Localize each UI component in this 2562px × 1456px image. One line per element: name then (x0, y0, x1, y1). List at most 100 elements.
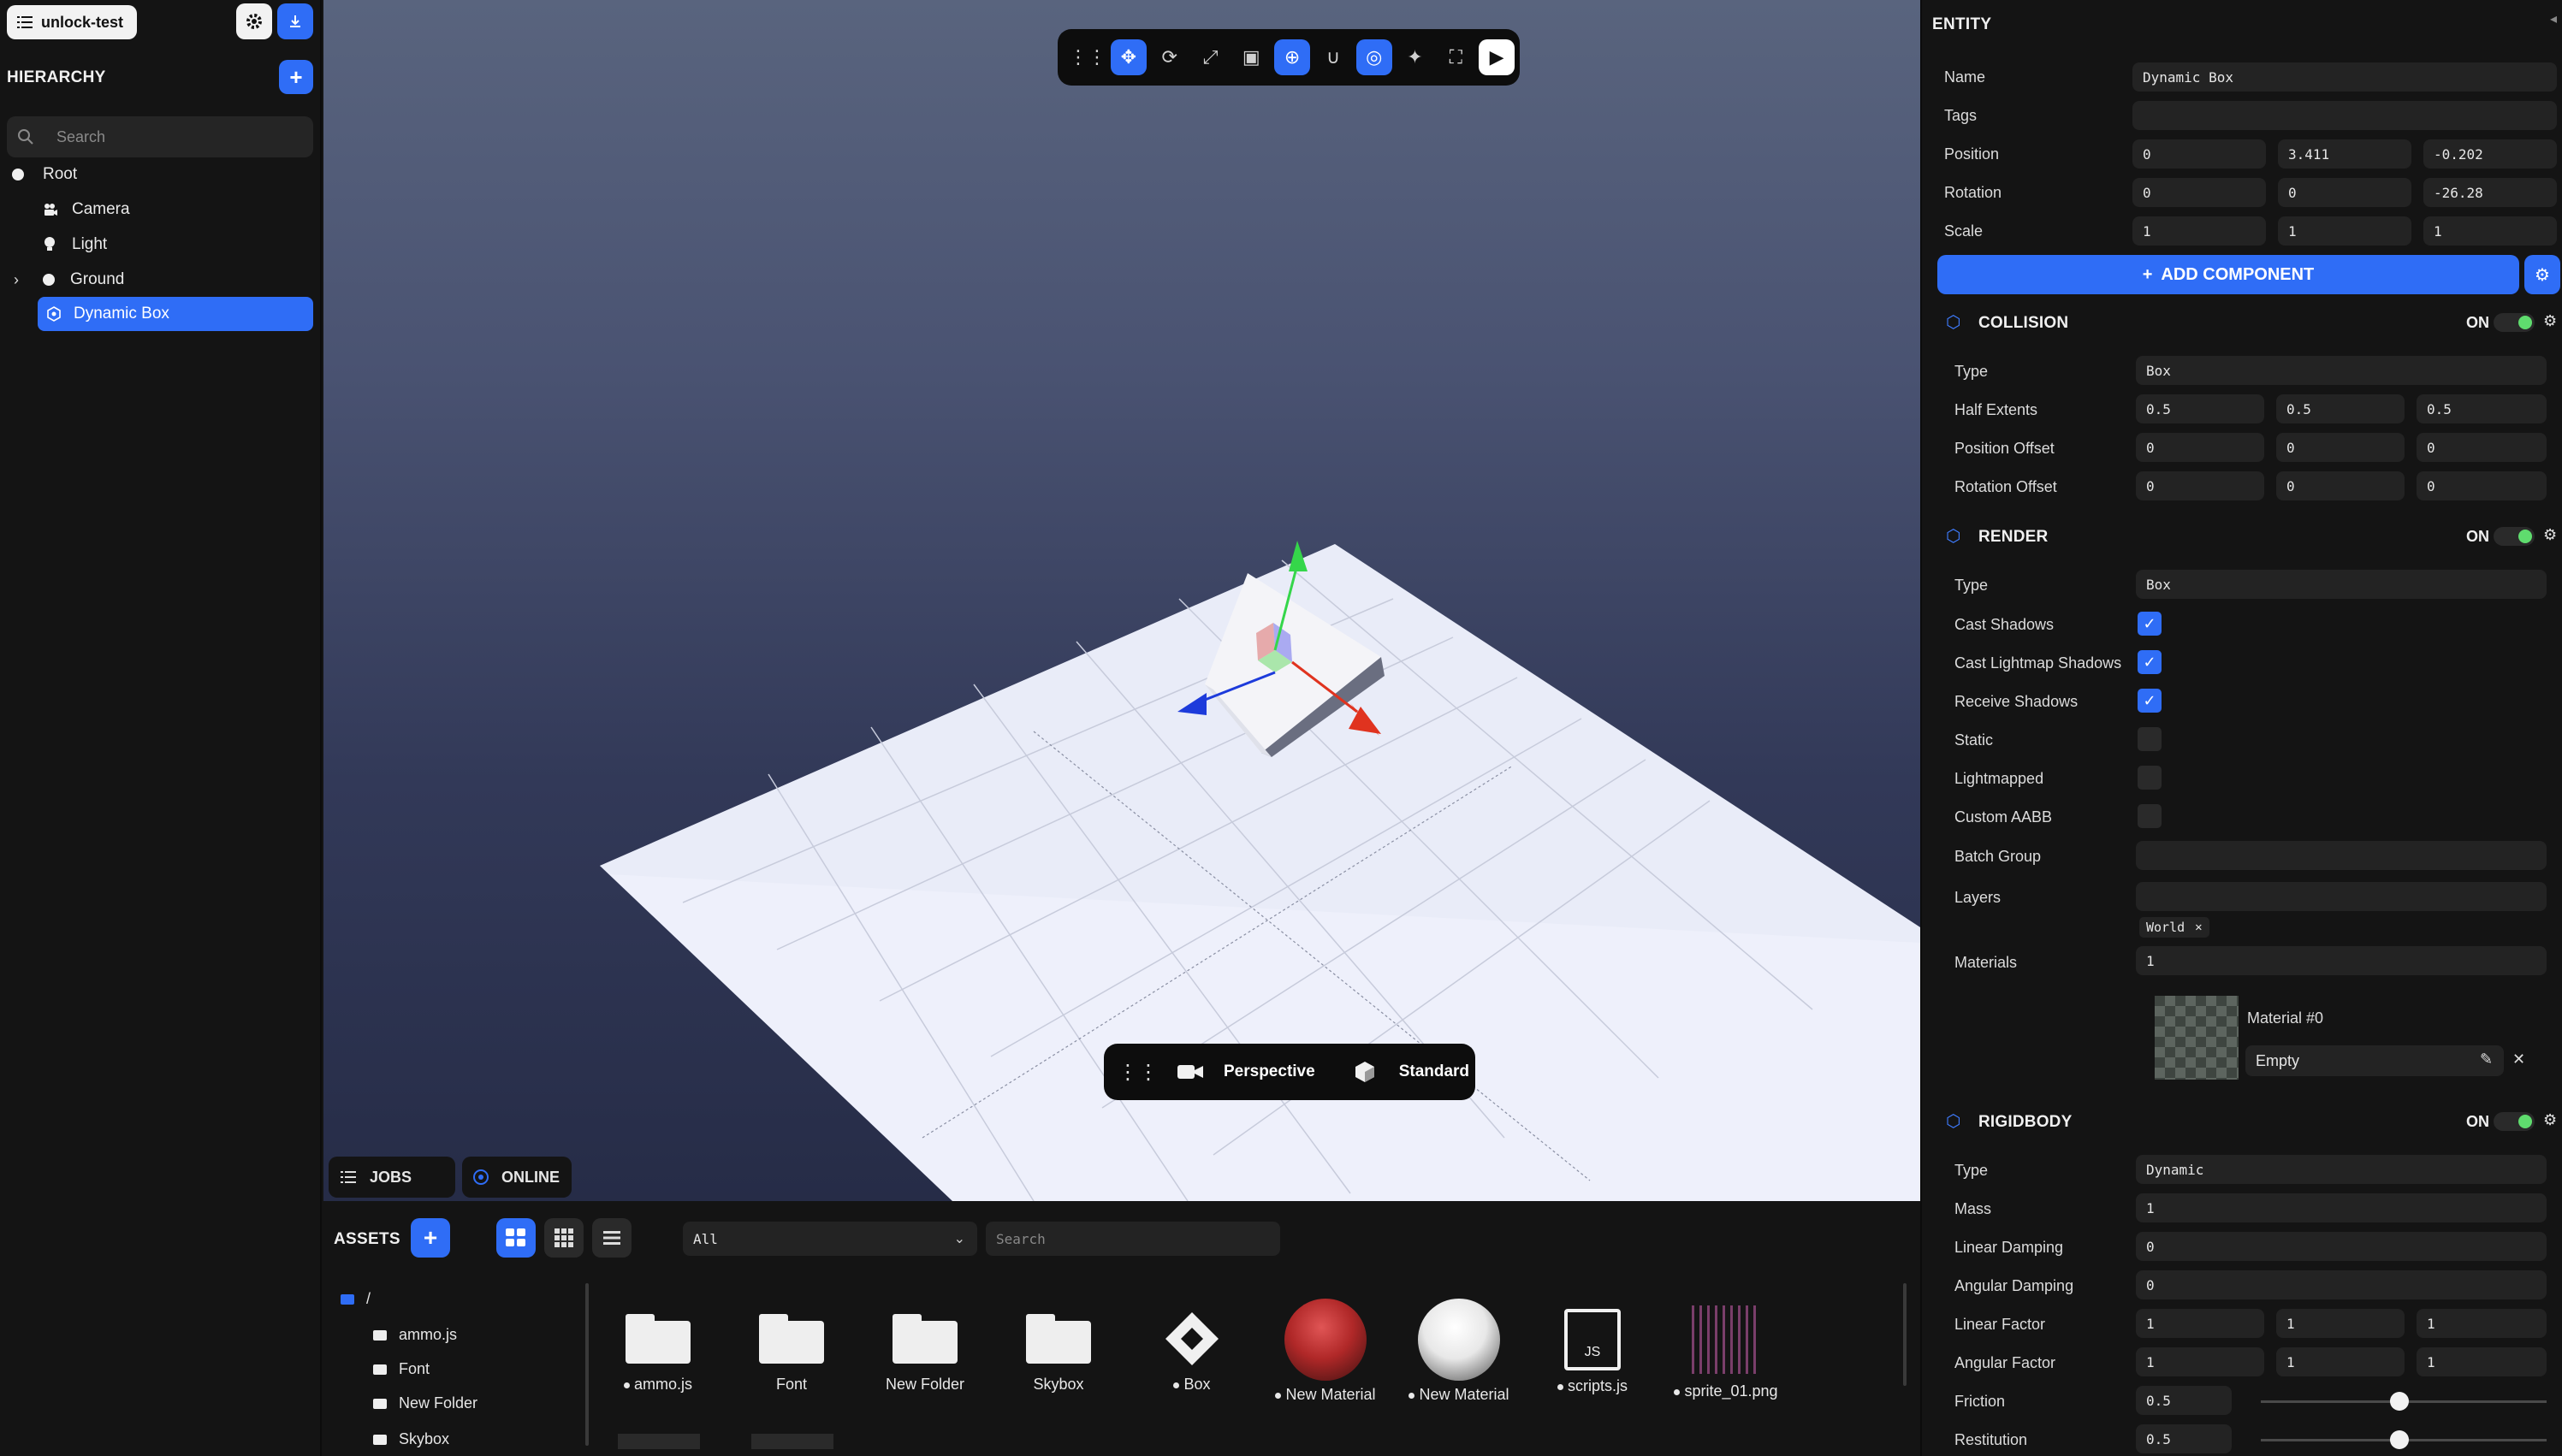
lightmapped-checkbox[interactable] (2138, 766, 2162, 790)
scale-y[interactable]: 1 (2278, 216, 2411, 246)
rotation-offset-x[interactable]: 0 (2136, 471, 2264, 500)
tree-item-dynamic-box[interactable]: Dynamic Box (38, 297, 313, 331)
tree-item-root[interactable]: Root (12, 157, 311, 192)
tree-item-light[interactable]: Light (43, 228, 311, 262)
collision-type-select[interactable]: Box (2136, 356, 2547, 385)
position-z[interactable]: -0.202 (2423, 139, 2557, 169)
rotate-tool-button[interactable]: ⟳ (1152, 39, 1188, 75)
edit-icon[interactable]: ✎ (2480, 1051, 2493, 1068)
asset-tree-item[interactable]: Skybox (373, 1430, 449, 1448)
play-button[interactable]: ▶ (1479, 39, 1515, 75)
collapse-icon[interactable]: ◂ (2550, 10, 2557, 27)
translate-tool-button[interactable]: ✥ (1111, 39, 1147, 75)
layers-input[interactable] (2136, 882, 2547, 911)
asset-item[interactable]: ammo.js (594, 1314, 722, 1394)
render-toggle[interactable] (2494, 527, 2535, 546)
sparkle-button[interactable]: ✦ (1397, 39, 1433, 75)
tags-input[interactable] (2132, 101, 2557, 130)
pivot-button[interactable]: ◎ (1355, 39, 1392, 75)
scale-x[interactable]: 1 (2132, 216, 2266, 246)
resize-tool-button[interactable]: ▣ (1233, 39, 1269, 75)
asset-item[interactable]: Font (727, 1314, 856, 1394)
view-small-grid-button[interactable] (544, 1218, 584, 1258)
chevron-right-icon[interactable]: › (14, 271, 31, 289)
view-list-button[interactable] (592, 1218, 632, 1258)
half-extents-z[interactable]: 0.5 (2417, 394, 2547, 423)
rotation-offset-z[interactable]: 0 (2417, 471, 2547, 500)
rotation-z[interactable]: -26.28 (2423, 178, 2557, 207)
asset-item[interactable]: JS scripts.js (1528, 1309, 1657, 1395)
angular-factor-z[interactable]: 1 (2417, 1347, 2547, 1376)
world-space-button[interactable]: ⊕ (1274, 39, 1310, 75)
component-settings-button[interactable]: ⚙ (2524, 255, 2560, 294)
restitution-input[interactable]: 0.5 (2136, 1424, 2232, 1453)
friction-input[interactable]: 0.5 (2136, 1386, 2232, 1415)
material-preview[interactable] (2155, 996, 2239, 1080)
batch-group-select[interactable] (2136, 841, 2547, 870)
linear-factor-z[interactable]: 1 (2417, 1309, 2547, 1338)
gear-icon[interactable]: ⚙ (2543, 312, 2557, 330)
friction-slider-handle[interactable] (2390, 1392, 2409, 1411)
camera-mode-label[interactable]: Perspective (1224, 1062, 1315, 1081)
asset-item[interactable]: Box (1128, 1309, 1256, 1394)
scale-tool-button[interactable]: ⤢ (1193, 39, 1229, 75)
grid-scrollbar[interactable] (1903, 1283, 1907, 1386)
mass-input[interactable]: 1 (2136, 1193, 2547, 1222)
online-tab[interactable]: ONLINE (462, 1157, 572, 1198)
rigidbody-type-select[interactable]: Dynamic (2136, 1155, 2547, 1184)
close-icon[interactable]: ✕ (2512, 1051, 2525, 1068)
custom-aabb-checkbox[interactable] (2138, 804, 2162, 828)
name-input[interactable]: Dynamic Box (2132, 62, 2557, 92)
position-offset-x[interactable]: 0 (2136, 433, 2264, 462)
gear-icon[interactable]: ⚙ (2543, 1111, 2557, 1129)
fullscreen-button[interactable]: ⛶ (1438, 39, 1474, 75)
tree-item-camera[interactable]: Camera (43, 192, 311, 227)
position-y[interactable]: 3.411 (2278, 139, 2411, 169)
asset-type-filter[interactable]: All ⌄ (683, 1222, 977, 1256)
add-component-button[interactable]: + ADD COMPONENT (1937, 255, 2519, 294)
snap-magnet-button[interactable]: ∪ (1315, 39, 1351, 75)
position-offset-y[interactable]: 0 (2276, 433, 2405, 462)
angular-damping-input[interactable]: 0 (2136, 1270, 2547, 1299)
half-extents-y[interactable]: 0.5 (2276, 394, 2405, 423)
drag-handle-icon[interactable]: ⋮⋮ (1069, 39, 1106, 75)
drag-handle-icon[interactable]: ⋮⋮ (1118, 1060, 1159, 1085)
angular-factor-x[interactable]: 1 (2136, 1347, 2264, 1376)
receive-shadows-checkbox[interactable]: ✓ (2138, 689, 2162, 713)
rigidbody-toggle[interactable] (2494, 1112, 2535, 1131)
linear-factor-x[interactable]: 1 (2136, 1309, 2264, 1338)
download-button[interactable] (277, 3, 313, 39)
asset-search-input[interactable]: Search (986, 1222, 1280, 1256)
materials-count-input[interactable]: 1 (2136, 946, 2547, 975)
tree-scrollbar[interactable] (585, 1283, 589, 1446)
render-type-select[interactable]: Box (2136, 570, 2547, 599)
settings-button[interactable] (236, 3, 272, 39)
static-checkbox[interactable] (2138, 727, 2162, 751)
linear-damping-input[interactable]: 0 (2136, 1232, 2547, 1261)
asset-item[interactable]: Skybox (994, 1314, 1123, 1394)
asset-tree-item[interactable]: ammo.js (373, 1326, 457, 1344)
asset-item[interactable]: New Material (1261, 1299, 1390, 1404)
asset-tree-item[interactable]: Font (373, 1360, 430, 1378)
layer-tag[interactable]: World ✕ (2139, 917, 2209, 938)
cast-shadows-checkbox[interactable]: ✓ (2138, 612, 2162, 636)
angular-factor-y[interactable]: 1 (2276, 1347, 2405, 1376)
rotation-x[interactable]: 0 (2132, 178, 2266, 207)
tree-item-ground[interactable]: › Ground (14, 263, 311, 297)
cast-lightmap-shadows-checkbox[interactable]: ✓ (2138, 650, 2162, 674)
view-large-grid-button[interactable] (496, 1218, 536, 1258)
material-asset-field[interactable]: Empty (2245, 1045, 2504, 1076)
asset-item[interactable]: New Folder (861, 1314, 989, 1394)
rotation-y[interactable]: 0 (2278, 178, 2411, 207)
add-asset-button[interactable]: + (411, 1218, 450, 1258)
hierarchy-search[interactable]: Search (7, 116, 313, 157)
position-offset-z[interactable]: 0 (2417, 433, 2547, 462)
scene-viewport[interactable]: ⋮⋮ ✥ ⟳ ⤢ ▣ ⊕ ∪ ◎ ✦ ⛶ ▶ ⋮⋮ Perspective St… (323, 0, 1920, 1201)
asset-item[interactable]: sprite_01.png (1662, 1305, 1790, 1400)
scale-z[interactable]: 1 (2423, 216, 2557, 246)
jobs-tab[interactable]: JOBS (329, 1157, 455, 1198)
restitution-slider-handle[interactable] (2390, 1430, 2409, 1449)
asset-tree-root[interactable]: / (341, 1290, 371, 1308)
asset-tree-item[interactable]: New Folder (373, 1394, 477, 1412)
project-menu-button[interactable]: unlock-test (7, 5, 137, 39)
